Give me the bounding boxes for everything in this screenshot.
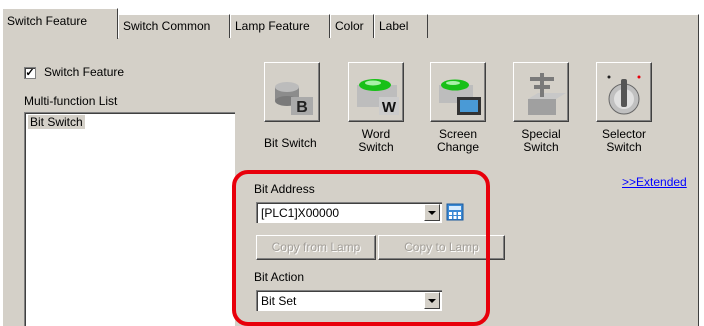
screen-change-caption: Screen Change [436, 127, 480, 154]
selector-switch-caption: Selector Switch [601, 127, 647, 154]
tab-lamp-feature[interactable]: Lamp Feature [230, 14, 330, 38]
switch-feature-checkbox-label: Switch Feature [44, 65, 125, 79]
special-switch-icon [528, 73, 566, 115]
special-switch-caption: Special Switch [521, 127, 561, 154]
tab-switch-common[interactable]: Switch Common [118, 14, 230, 38]
tab-color[interactable]: Color [330, 14, 374, 38]
screen-change-icon [439, 79, 481, 115]
tab-label[interactable]: Label [374, 14, 428, 38]
selector-switch-button[interactable] [596, 62, 652, 122]
multi-function-list[interactable]: Bit Switch [24, 112, 235, 326]
highlight-outline [232, 170, 490, 326]
bit-switch-icon: B [275, 82, 313, 116]
bit-switch-caption: Bit Switch [264, 136, 317, 150]
svg-text:W: W [382, 99, 397, 116]
svg-text:B: B [296, 99, 308, 116]
tab-switch-feature[interactable]: Switch Feature [2, 8, 118, 39]
extended-link[interactable]: >>Extended [622, 175, 687, 189]
special-switch-button[interactable] [513, 62, 569, 122]
word-switch-icon: W [357, 79, 399, 116]
switch-feature-checkbox[interactable]: ✓ [24, 67, 36, 79]
word-switch-caption: Word Switch [358, 127, 394, 154]
word-switch-button[interactable]: W [348, 62, 404, 122]
list-item[interactable]: Bit Switch [28, 115, 85, 129]
bit-switch-button[interactable]: B [264, 62, 320, 122]
screen-change-button[interactable] [430, 62, 486, 122]
multi-function-list-label: Multi-function List [24, 94, 118, 108]
selector-switch-icon [607, 75, 641, 115]
